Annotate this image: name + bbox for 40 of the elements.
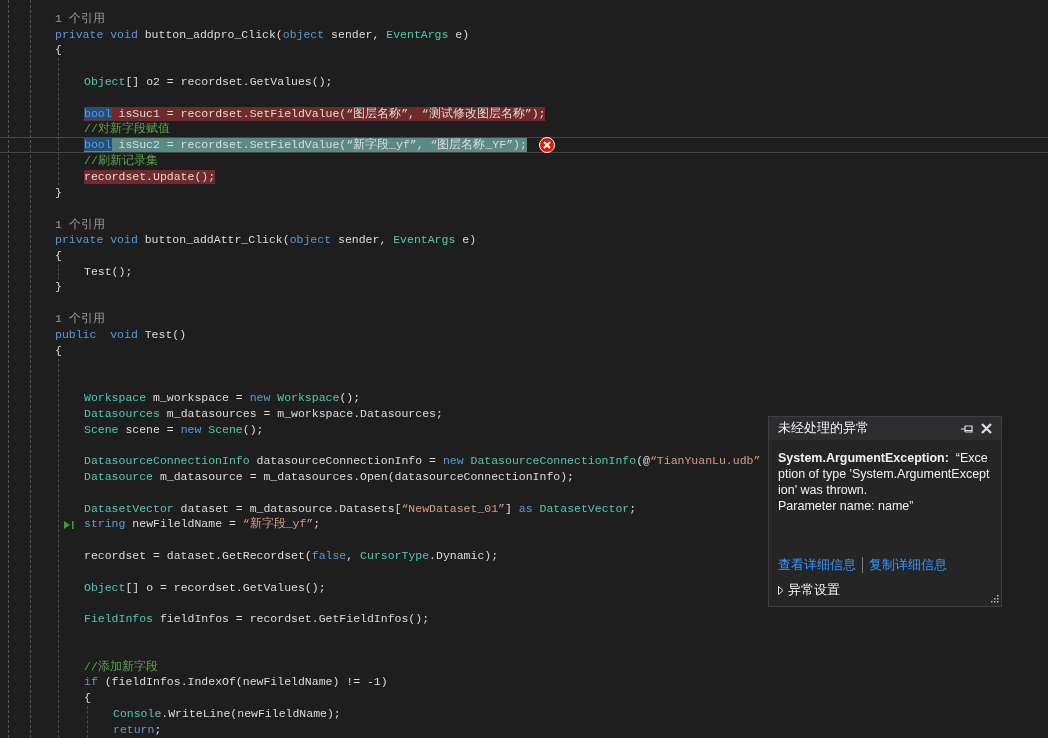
code-line: Object[] o2 = recordset.GetValues(); <box>84 75 333 90</box>
code-line: recordset = dataset.GetRecordset(false, CursorType.Dynamic); <box>84 549 499 563</box>
pin-icon[interactable] <box>961 423 973 434</box>
code-line: FieldInfos fieldInfos = recordset.GetFieldInfos(); <box>84 612 430 627</box>
code-line: Test(); <box>84 264 133 279</box>
details-link[interactable]: 复制详细信息 <box>869 555 947 575</box>
code-line: //刷新记录集 <box>84 154 158 169</box>
code-line: Object[] o = recordset.GetValues(); <box>84 580 326 595</box>
code-line: { <box>55 343 62 358</box>
code-line: Datasources m_datasources = m_workspace.Datasources; <box>84 406 443 421</box>
reference-count-link[interactable]: 1 个引用 <box>55 313 105 325</box>
expand-arrow-icon <box>778 586 784 596</box>
exception-settings-toggle[interactable]: 异常设置 <box>778 581 992 600</box>
code-line: Datasource m_datasource = m_datasources.Open(datasourceConnectionInfo); <box>84 470 574 484</box>
code-line: Scene scene = new Scene(); <box>84 422 264 437</box>
error-icon[interactable] <box>538 137 555 154</box>
reference-count-link[interactable]: 1 个引用 <box>55 218 105 230</box>
resize-grip-icon[interactable] <box>989 594 999 604</box>
code-line: string newFileldName = “新字段_yf”; <box>84 517 321 532</box>
code-line: if (fieldInfos.IndexOf(newFileldName) != -1) <box>84 675 388 690</box>
code-line: return; <box>113 722 162 737</box>
reference-count-link[interactable]: 1 个引用 <box>55 13 105 25</box>
code-line: { <box>55 43 62 58</box>
code-line: DatasetVector dataset = m_datasource.Datasets[“NewDataset_01”] as DatasetVector; <box>84 501 637 516</box>
details-link[interactable]: 查看详细信息 <box>778 555 856 575</box>
code-line: DatasourceConnectionInfo datasourceConnectionInfo = new DatasourceConnectionInfo(@“TianYuanLu.udb” <box>84 454 761 469</box>
code-line: public void Test() <box>55 327 187 342</box>
code-line: Console.WriteLine(newFileldName); <box>113 706 341 721</box>
code-line: { <box>55 248 62 263</box>
code-line: //对新字段赋值 <box>84 122 170 137</box>
popup-title: 未经处理的异常 <box>778 420 869 438</box>
code-line: { <box>84 691 91 706</box>
code-line: } <box>55 280 62 295</box>
code-line: } <box>55 185 62 200</box>
close-icon[interactable] <box>981 423 992 434</box>
code-line: //添加新字段 <box>84 659 158 674</box>
exception-message: System.ArgumentException: “Exception of type 'System.ArgumentException' was thrown. Parameter name: name” <box>777 450 991 514</box>
code-line: private void button_addpro_Click(object sender, EventArgs e) <box>55 27 470 42</box>
code-line: Workspace m_workspace = new Workspace(); <box>84 391 361 405</box>
code-line: private void button_addAttr_Click(object sender, EventArgs e) <box>55 233 477 248</box>
